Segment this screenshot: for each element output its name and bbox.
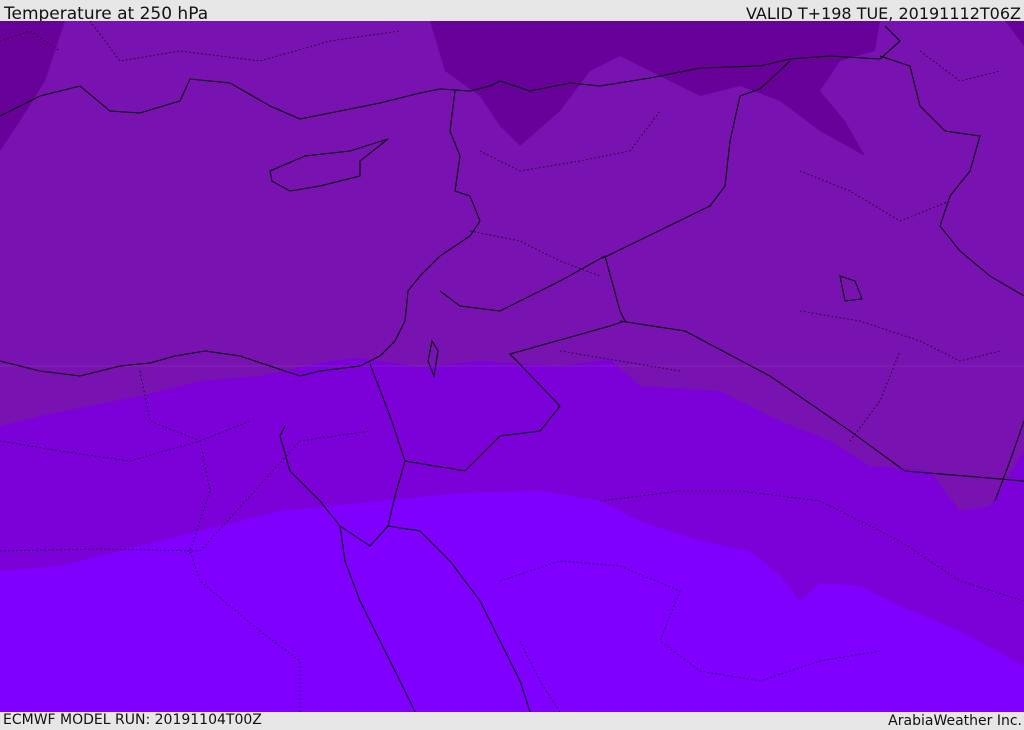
model-run: ECMWF MODEL RUN: 20191104T00Z — [3, 712, 262, 728]
header-bar: Temperature at 250 hPa VALID T+198 TUE, … — [0, 0, 1024, 24]
footer-bar: ECMWF MODEL RUN: 20191104T00Z ArabiaWeat… — [0, 712, 1024, 729]
credit: ArabiaWeather Inc. — [888, 713, 1022, 729]
temperature-map — [0, 21, 1024, 712]
